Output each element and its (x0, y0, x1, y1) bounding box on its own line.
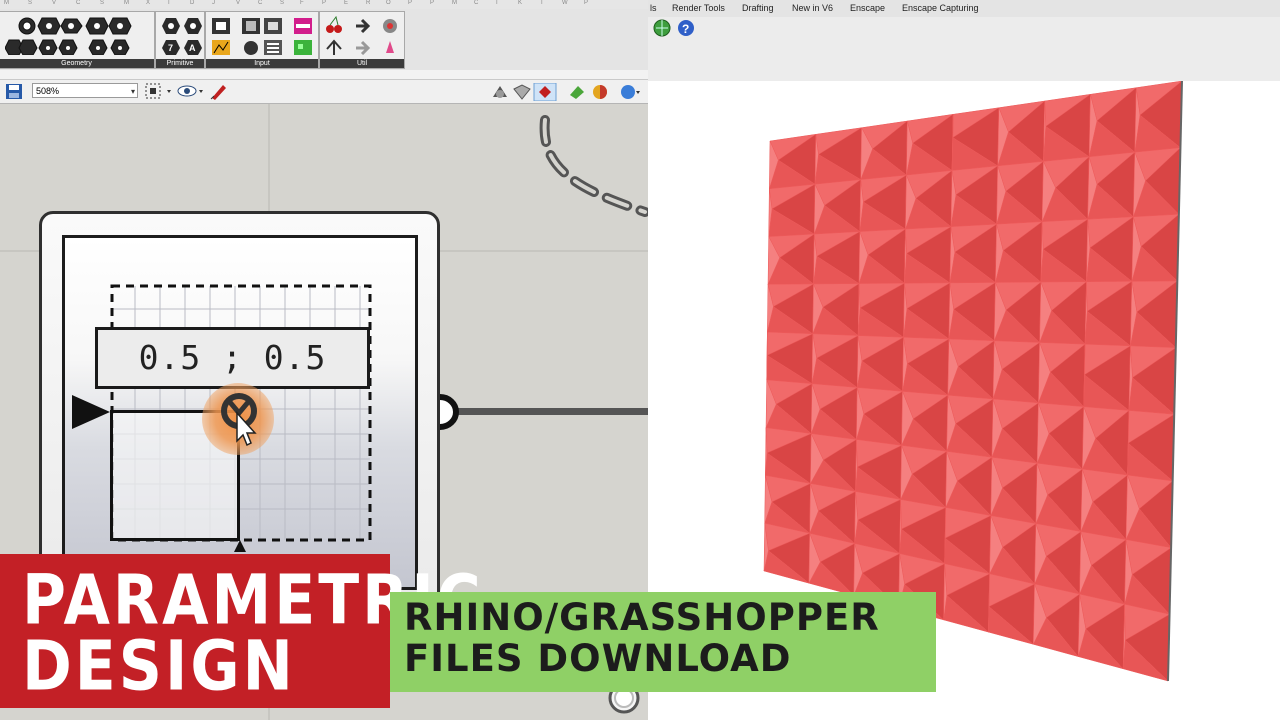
ruler-letter: V (236, 0, 241, 6)
rhino-tab-bar: ls Render Tools Drafting New in V6 Ensca… (648, 0, 1280, 18)
ribbon-group-label: Geometry (0, 59, 154, 68)
title-line-2: DESIGN (22, 626, 296, 707)
ruler-letter: V (52, 0, 57, 6)
ruler-letter: I (168, 0, 170, 6)
ribbon-separator (0, 70, 648, 80)
svg-text:7: 7 (168, 43, 173, 53)
output-wire (458, 408, 648, 415)
canvas-grid-line (268, 104, 270, 214)
primitive-param-icons[interactable]: 7 A (160, 15, 204, 55)
ribbon-group-util: Util (319, 11, 405, 69)
ruler-letter: I (496, 0, 498, 6)
preview-eye-icon[interactable] (177, 83, 207, 100)
geometry-param-icons[interactable] (5, 15, 155, 55)
preview-mode-icons[interactable] (490, 83, 640, 101)
ribbon-group-label: Util (320, 59, 404, 68)
ribbon-group-label: Primitive (156, 59, 204, 68)
ruler-letter: R (366, 0, 371, 6)
dashed-wire (539, 115, 648, 217)
ruler-letter: J (212, 0, 215, 6)
help-icon[interactable]: ? (677, 19, 695, 37)
ruler-letter: P (322, 0, 327, 6)
tab-enscape-capturing[interactable]: Enscape Capturing (902, 3, 979, 13)
globe-icon[interactable] (653, 19, 671, 37)
subtitle-banner: RHINO/GRASSHOPPER FILES DOWNLOAD (390, 592, 936, 692)
input-grip-icon[interactable] (70, 392, 112, 432)
ruler-letter: E (344, 0, 349, 6)
ruler-letter: M (4, 0, 9, 6)
ruler-letter: P (584, 0, 589, 6)
save-icon[interactable] (5, 83, 23, 100)
ruler-letter: W (562, 0, 568, 6)
ruler-letter: P (430, 0, 435, 6)
ruler-letter: X (146, 0, 151, 6)
ribbon-group-label: Input (206, 59, 318, 68)
ruler-letter: S (100, 0, 105, 6)
tab-enscape[interactable]: Enscape (850, 3, 885, 13)
sketch-pen-icon[interactable] (209, 82, 229, 101)
tab-render-tools[interactable]: Render Tools (672, 3, 725, 13)
zoom-level-value: 508% (36, 86, 60, 96)
ribbon-group-input: Input (205, 11, 319, 69)
component-ribbon: Geometry 7 A Primitive Input Util (0, 9, 648, 70)
rhino-toolbar: ? (648, 17, 1280, 81)
ruler-letter: F (300, 0, 304, 6)
ruler-letter: M (124, 0, 129, 6)
ruler-letter: K (518, 0, 523, 6)
title-banner: PARAMETRIC DESIGN (0, 554, 481, 708)
ruler-letter: S (28, 0, 33, 6)
slider-value-display: 0.5 ; 0.5 (95, 327, 370, 389)
ribbon-group-primitive: 7 A Primitive (155, 11, 205, 69)
slider-handle-icon[interactable] (218, 393, 268, 449)
ruler-letter: M (452, 0, 457, 6)
ruler-letter: S (280, 0, 285, 6)
tab-new-in-v6[interactable]: New in V6 (792, 3, 833, 13)
ribbon-group-geometry: Geometry (0, 11, 155, 69)
ruler-letter: C (258, 0, 263, 6)
ruler-letter: C (76, 0, 81, 6)
tab-drafting[interactable]: Drafting (742, 3, 774, 13)
slider-marker-icon (234, 540, 246, 552)
zoom-level-dropdown[interactable]: 508% ▾ (32, 83, 138, 98)
svg-text:A: A (189, 43, 196, 53)
svg-text:?: ? (682, 22, 689, 36)
zoom-extents-icon[interactable] (145, 83, 175, 100)
ruler-letter: D (190, 0, 195, 6)
ruler-letter: T (540, 0, 544, 6)
tab-rendering[interactable]: ls (650, 3, 657, 13)
input-param-icons[interactable] (210, 15, 318, 55)
ruler-letter: P (408, 0, 413, 6)
canvas-toolbar: 508% ▾ (0, 80, 648, 104)
ruler-letter: C (474, 0, 479, 6)
ruler-letter: O (386, 0, 391, 6)
util-param-icons[interactable] (324, 15, 404, 55)
chevron-down-icon: ▾ (130, 87, 135, 96)
subtitle-line-1: RHINO/GRASSHOPPER (404, 596, 880, 639)
output-grip-icon[interactable] (436, 393, 464, 431)
subtitle-line-2: FILES DOWNLOAD (404, 637, 792, 680)
